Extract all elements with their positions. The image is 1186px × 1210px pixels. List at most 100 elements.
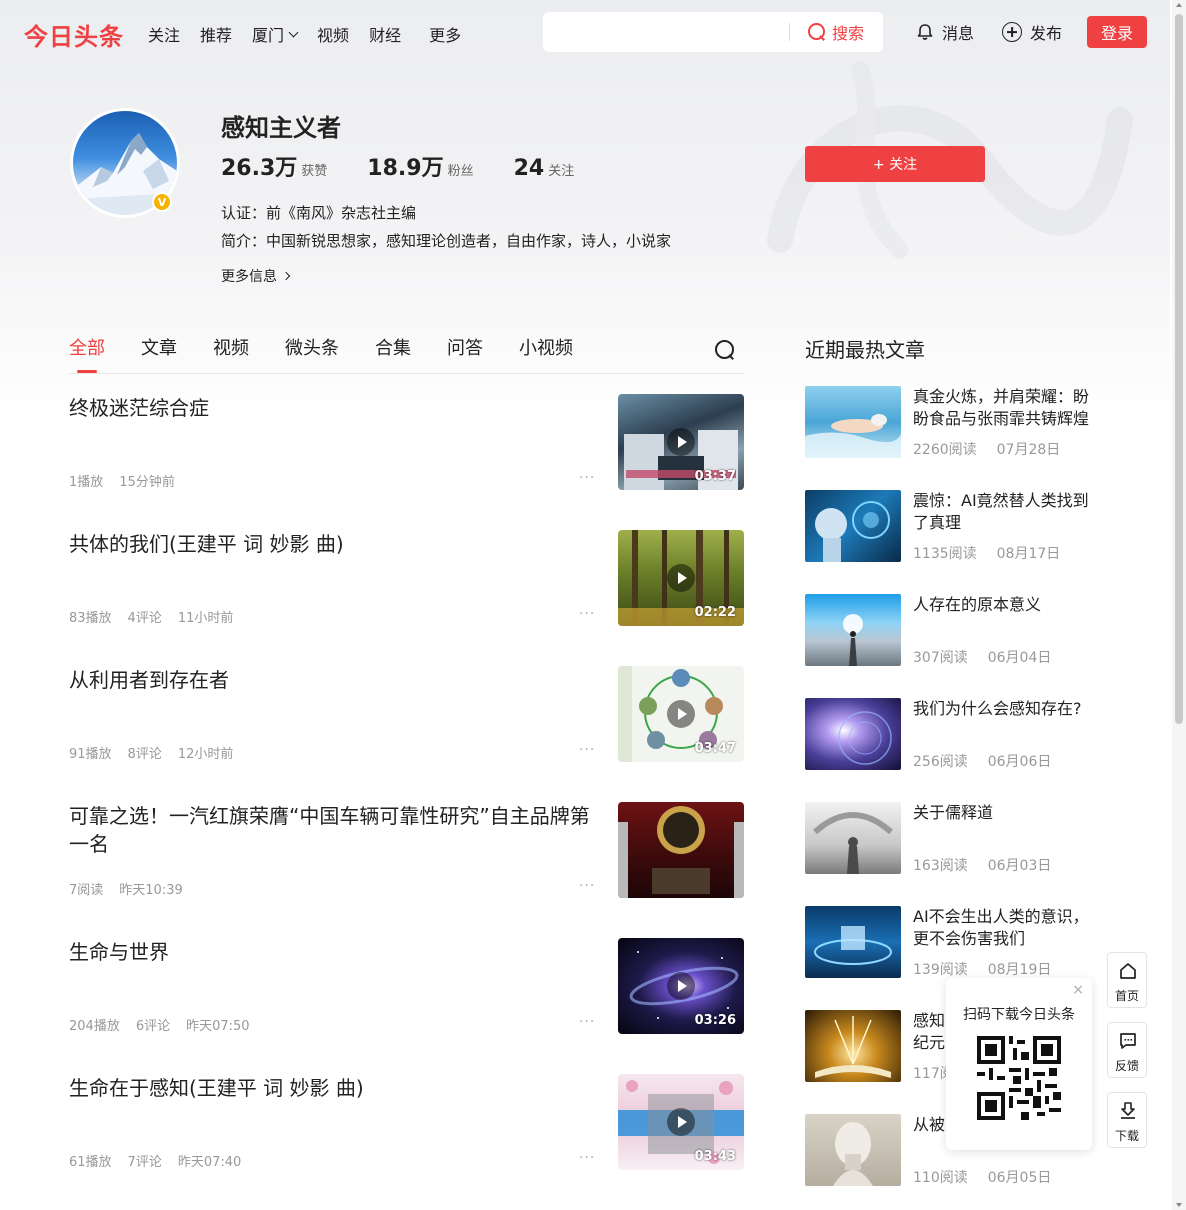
hot-article-item[interactable]: 我们为什么会感知存在? 256阅读 06月06日 [805, 698, 1105, 770]
hot-article-title-line: 感知 [913, 1011, 946, 1030]
feed-item[interactable]: 共体的我们(王建平 词 妙影 曲) 83播放 4评论 11小时前 ··· 02:22 [69, 530, 744, 626]
article-thumbnail[interactable] [618, 802, 744, 898]
tab-videos[interactable]: 视频 [213, 334, 249, 360]
thumbnail-image [814, 926, 892, 965]
video-duration: 03:37 [694, 469, 736, 484]
more-options-icon[interactable]: ··· [579, 470, 595, 486]
thumbnail-image [618, 806, 744, 898]
video-thumbnail[interactable]: 03:43 [618, 1074, 744, 1170]
video-thumbnail[interactable]: 03:47 [618, 666, 744, 762]
more-options-icon[interactable]: ··· [579, 742, 595, 758]
home-float-button[interactable]: 首页 [1107, 952, 1147, 1008]
messages-button[interactable]: 消息 [916, 20, 974, 44]
hot-article-item[interactable]: 人存在的原本意义 307阅读 06月04日 [805, 594, 1105, 666]
hot-article-title[interactable]: 真金火炼，并肩荣耀：盼盼食品与张雨霏共铸辉煌 [913, 386, 1103, 430]
nav-item-follow[interactable]: 关注 [148, 22, 180, 46]
hot-article-item[interactable]: 震惊：AI竟然替人类找到了真理 1135阅读 08月17日 [805, 490, 1105, 562]
play-icon [667, 428, 695, 456]
video-thumbnail[interactable]: 03:26 [618, 938, 744, 1034]
more-options-icon[interactable]: ··· [579, 1014, 595, 1030]
nav-item-video[interactable]: 视频 [317, 22, 349, 46]
hot-article-item[interactable]: 真金火炼，并肩荣耀：盼盼食品与张雨霏共铸辉煌 2260阅读 07月28日 [805, 386, 1105, 458]
page-scrollbar[interactable] [1172, 0, 1186, 1210]
feed-item[interactable]: 终极迷茫综合症 1播放 15分钟前 ··· 03:37 [69, 394, 744, 490]
feed-item[interactable]: 生命在于感知(王建平 词 妙影 曲) 61播放 7评论 昨天07:40 ··· 03… [69, 1074, 744, 1170]
thumbnail-image [838, 711, 892, 765]
hot-article-title[interactable]: 震惊：AI竟然替人类找到了真理 [913, 490, 1103, 534]
tab-short-videos[interactable]: 小视频 [519, 334, 573, 360]
video-duration: 03:43 [694, 1149, 736, 1164]
login-button[interactable]: 登录 [1087, 16, 1147, 48]
hot-article-thumbnail[interactable] [805, 802, 901, 874]
publish-label: 发布 [1030, 24, 1063, 43]
profile-introduction: 简介：中国新锐思想家，感知理论创造者，自由作家，诗人，小说家 [221, 232, 672, 250]
feed-item[interactable]: 生命与世界 204播放 6评论 昨天07:50 ··· 03:26 [69, 938, 744, 1034]
feed-item-title[interactable]: 生命在于感知(王建平 词 妙影 曲) [69, 1074, 594, 1102]
feed-meta-time: 昨天07:50 [186, 1019, 250, 1034]
tab-collections[interactable]: 合集 [375, 334, 411, 360]
hot-article-title[interactable]: 人存在的原本意义 [913, 594, 1103, 616]
feed-item[interactable]: 从利用者到存在者 91播放 8评论 12小时前 ··· 03:47 [69, 666, 744, 762]
feed-meta-time: 15分钟前 [119, 475, 175, 490]
hot-article-meta: 163阅读 06月03日 [913, 855, 1071, 875]
hot-articles-title: 近期最热文章 [805, 338, 925, 362]
tab-all[interactable]: 全部 [69, 334, 105, 373]
video-thumbnail[interactable]: 03:37 [618, 394, 744, 490]
hot-article-title[interactable]: 关于儒释道 [913, 802, 1103, 824]
qr-download-popup: × 扫码下载今日头条 [946, 978, 1092, 1150]
hot-article-reads: 2260阅读 [913, 442, 977, 458]
scrollbar-thumb[interactable] [1175, 14, 1183, 724]
tab-search-button[interactable] [715, 340, 737, 362]
follow-button[interactable]: + 关注 [805, 146, 985, 182]
hot-article-item[interactable]: AI不会生出人类的意识，更不会伤害我们 139阅读 08月19日 [805, 906, 1105, 978]
stat-following[interactable]: 24 关注 [514, 156, 575, 181]
publish-button[interactable]: 发布 [1002, 20, 1062, 44]
hot-article-thumbnail[interactable] [805, 698, 901, 770]
toutiao-logo[interactable]: 今日头条 [24, 17, 124, 52]
stat-fans-label: 粉丝 [447, 164, 474, 179]
more-options-icon[interactable]: ··· [579, 1150, 595, 1166]
feed-item-title[interactable]: 可靠之选！一汽红旗荣膺“中国车辆可靠性研究”自主品牌第一名 [69, 802, 594, 858]
hot-article-thumbnail[interactable] [805, 1010, 901, 1082]
hot-article-reads: 163阅读 [913, 858, 968, 874]
hot-article-thumbnail[interactable] [805, 906, 901, 978]
hot-article-thumbnail[interactable] [805, 594, 901, 666]
play-icon [667, 700, 695, 728]
search-box: 搜索 [543, 12, 883, 52]
feed-item-title[interactable]: 生命与世界 [69, 938, 594, 966]
more-options-icon[interactable]: ··· [579, 606, 595, 622]
search-input[interactable] [543, 12, 789, 52]
tab-qa[interactable]: 问答 [447, 334, 483, 360]
hot-article-thumbnail[interactable] [805, 1114, 901, 1186]
nav-item-finance[interactable]: 财经 [369, 22, 401, 46]
hot-article-meta: 139阅读 08月19日 [913, 959, 1071, 979]
tab-articles[interactable]: 文章 [141, 334, 177, 360]
more-options-icon[interactable]: ··· [579, 878, 595, 894]
more-info-link[interactable]: 更多信息 [221, 266, 291, 286]
feed-item-title[interactable]: 从利用者到存在者 [69, 666, 594, 694]
hot-article-thumbnail[interactable] [805, 386, 901, 458]
close-icon[interactable]: × [1072, 982, 1084, 998]
video-thumbnail[interactable]: 02:22 [618, 530, 744, 626]
nav-item-more[interactable]: 更多 [429, 22, 461, 46]
hot-article-reads: 1135阅读 [913, 546, 977, 562]
hot-article-title[interactable]: 我们为什么会感知存在? [913, 698, 1103, 720]
download-float-label: 下载 [1114, 1129, 1139, 1143]
feed-item-title[interactable]: 共体的我们(王建平 词 妙影 曲) [69, 530, 594, 558]
nav-item-city[interactable]: 厦门 [252, 22, 299, 46]
scroll-down-arrow-icon[interactable] [1176, 1203, 1182, 1207]
hot-article-title[interactable]: AI不会生出人类的意识，更不会伤害我们 [913, 906, 1103, 950]
thumbnail-image [813, 812, 893, 874]
search-button[interactable]: 搜索 [808, 20, 864, 44]
feedback-float-button[interactable]: 反馈 [1107, 1022, 1147, 1078]
feed-item-title[interactable]: 终极迷茫综合症 [69, 394, 594, 422]
download-float-button[interactable]: 下载 [1107, 1092, 1147, 1148]
feed-meta-reads: 7阅读 [69, 883, 104, 898]
feed-item[interactable]: 可靠之选！一汽红旗荣膺“中国车辆可靠性研究”自主品牌第一名 7阅读 昨天10:39… [69, 802, 744, 898]
nav-item-recommend[interactable]: 推荐 [200, 22, 232, 46]
hot-article-thumbnail[interactable] [805, 490, 901, 562]
scroll-up-arrow-icon[interactable] [1176, 3, 1182, 7]
tab-micro-posts[interactable]: 微头条 [285, 334, 339, 360]
hot-article-item[interactable]: 关于儒释道 163阅读 06月03日 [805, 802, 1105, 874]
stat-fans[interactable]: 18.9万 粉丝 [367, 150, 473, 182]
